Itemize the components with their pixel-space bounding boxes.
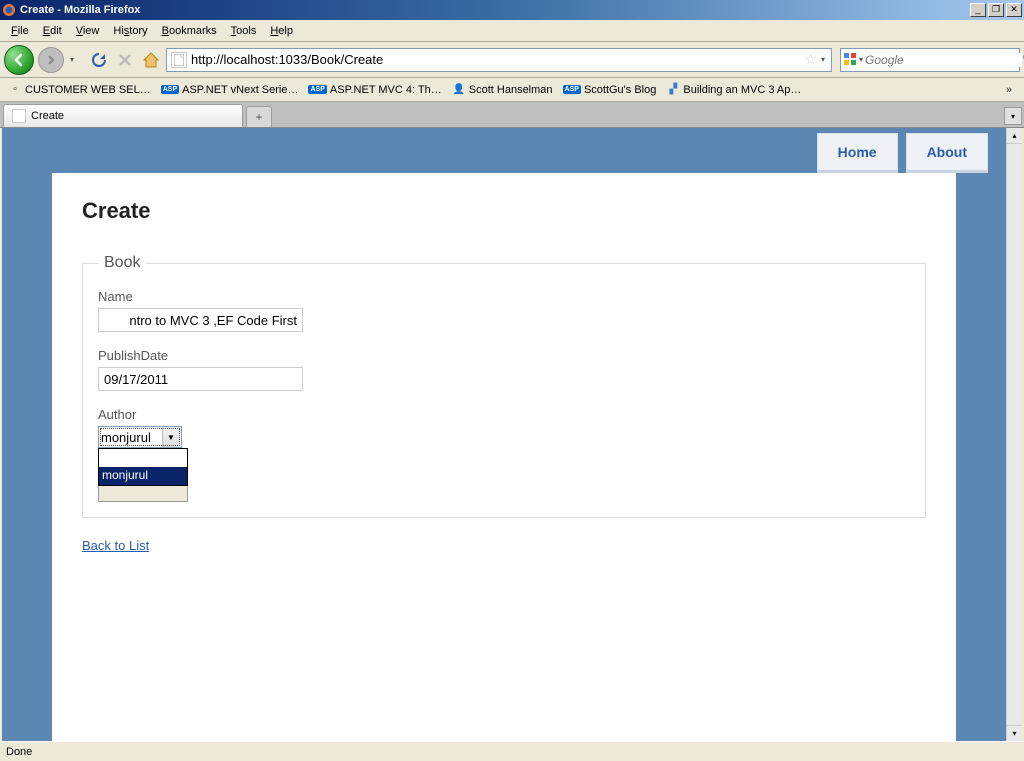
author-select-wrap: monjurul ▼ monjurul [98,426,182,448]
nav-link-home[interactable]: Home [817,133,898,173]
bookmark-label: CUSTOMER WEB SEL… [25,84,151,96]
page-icon: ▫ [8,83,22,97]
page-header-strip: Home About [2,128,1006,173]
window-buttons: _ ❐ ✕ [968,3,1022,17]
status-bar: Done [0,741,1024,761]
label-publishdate: PublishDate [98,348,910,363]
bookmark-item-aspnet-mvc4[interactable]: ASP ASP.NET MVC 4: Th… [304,84,445,96]
search-engine-dropdown-icon[interactable]: ▾ [857,55,865,64]
nav-link-about[interactable]: About [906,133,988,173]
bookmark-star-icon[interactable]: ☆ [802,51,819,68]
nav-toolbar: ▾ ☆ ▾ ▾ [0,42,1024,78]
bookmark-label: Scott Hanselman [469,84,553,96]
forward-button[interactable] [38,47,64,73]
new-tab-button[interactable]: + [246,106,272,127]
search-input[interactable] [865,53,1022,67]
back-button[interactable] [4,45,34,75]
content-viewport: Home About Create Book Name PublishDate … [0,128,1024,741]
reload-button[interactable] [88,49,110,71]
url-dropdown-icon[interactable]: ▾ [819,55,827,64]
vertical-scrollbar[interactable]: ▴ ▾ [1006,128,1022,741]
label-author: Author [98,407,910,422]
minimize-button[interactable]: _ [970,3,986,17]
author-dropdown-list: monjurul [98,448,188,486]
tab-list-dropdown[interactable]: ▾ [1004,107,1022,125]
bookmark-item-scottgu[interactable]: ASPScottGu's Blog [559,84,661,96]
author-select[interactable]: monjurul ▼ [98,426,182,448]
menu-history[interactable]: History [106,23,154,39]
status-text: Done [6,746,32,758]
bookmark-item-aspnet-vnext[interactable]: ASPASP.NET vNext Serie… [157,84,303,96]
book-fieldset: Book Name PublishDate Author monjurul ▼ … [82,254,926,518]
window-titlebar: Create - Mozilla Firefox _ ❐ ✕ [0,0,1024,20]
tab-favicon [12,109,26,123]
bookmark-item-customer[interactable]: ▫CUSTOMER WEB SEL… [4,83,155,97]
author-selected-value: monjurul [101,430,151,445]
bookmark-item-mvc3[interactable]: ▞Building an MVC 3 Ap… [662,83,805,97]
menu-edit[interactable]: Edit [36,23,69,39]
url-input[interactable] [191,50,802,70]
scroll-down-button[interactable]: ▾ [1007,725,1022,741]
person-icon: 👤 [452,83,466,97]
input-publishdate[interactable] [98,367,303,391]
page-favicon [171,52,187,68]
fieldset-legend: Book [98,254,146,272]
bookmark-label: ASP.NET vNext Serie… [182,84,298,96]
bookmark-label: ScottGu's Blog [584,84,656,96]
tab-strip: Create + ▾ [0,102,1024,128]
firefox-icon [2,3,16,17]
author-option-blank[interactable] [99,449,187,467]
tab-create[interactable]: Create [3,104,243,127]
menu-bar: File Edit View History Bookmarks Tools H… [0,20,1024,42]
window-title: Create - Mozilla Firefox [20,4,968,16]
page-icon: ▞ [666,83,680,97]
menu-bookmarks[interactable]: Bookmarks [155,23,224,39]
asp-icon: ASP [308,85,326,94]
close-button[interactable]: ✕ [1006,3,1022,17]
stop-button[interactable] [114,49,136,71]
page-title: Create [82,198,926,224]
history-dropdown-icon[interactable]: ▾ [68,55,76,64]
url-bar[interactable]: ☆ ▾ [166,48,832,72]
scroll-up-button[interactable]: ▴ [1007,128,1022,144]
back-to-list-link[interactable]: Back to List [82,538,149,553]
input-name[interactable] [98,308,303,332]
create-button-partial[interactable] [98,486,188,502]
author-option-monjurul[interactable]: monjurul [99,467,187,485]
menu-file[interactable]: File [4,23,36,39]
home-button[interactable] [140,49,162,71]
bookmark-item-hanselman[interactable]: 👤Scott Hanselman [448,83,557,97]
tab-title: Create [31,110,64,122]
maximize-button[interactable]: ❐ [988,3,1004,17]
bookmark-label: Building an MVC 3 Ap… [683,84,801,96]
menu-tools[interactable]: Tools [224,23,264,39]
label-name: Name [98,289,910,304]
asp-icon: ASP [161,85,179,94]
bookmark-label: ASP.NET MVC 4: Th… [330,84,442,96]
menu-help[interactable]: Help [263,23,300,39]
search-box[interactable]: ▾ [840,48,1020,72]
menu-view[interactable]: View [69,23,107,39]
content-card: Create Book Name PublishDate Author monj… [52,173,956,741]
chevron-down-icon: ▼ [162,427,179,447]
page-nav-links: Home About [817,133,988,173]
asp-icon: ASP [563,85,581,94]
google-icon [843,52,857,68]
bookmarks-toolbar: ▫CUSTOMER WEB SEL… ASPASP.NET vNext Seri… [0,78,1024,102]
bookmarks-overflow-icon[interactable]: » [998,84,1020,96]
